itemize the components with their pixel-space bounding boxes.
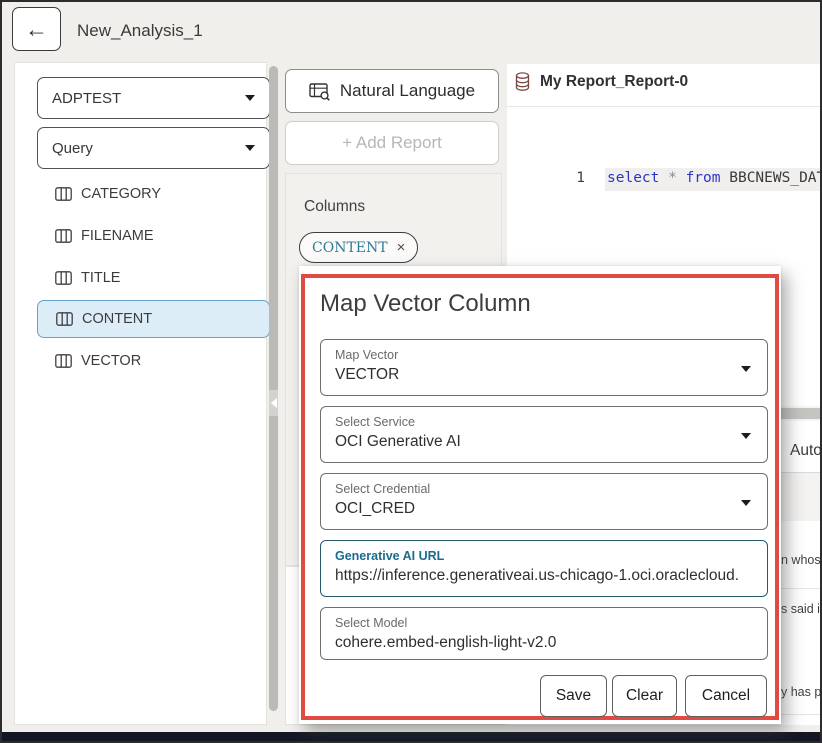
bottom-taskbar [2, 732, 820, 741]
column-icon [55, 271, 72, 285]
column-icon [55, 229, 72, 243]
database-dropdown[interactable]: ADPTEST [37, 77, 270, 119]
panel-collapse-handle[interactable] [269, 390, 278, 416]
background-row-fragment: n whos [781, 553, 821, 567]
sql-operator: * [668, 170, 685, 186]
sidebar-item-filename[interactable]: FILENAME [37, 219, 270, 253]
chevron-left-icon [271, 398, 277, 408]
chevron-down-icon [741, 500, 751, 506]
map-vector-dropdown[interactable]: Map Vector VECTOR [320, 339, 768, 396]
sidebar-item-label: FILENAME [81, 228, 154, 244]
dialog-title: Map Vector Column [320, 290, 531, 318]
report-header: My Report_Report-0 [515, 72, 688, 92]
chevron-down-icon [741, 366, 751, 372]
column-icon [55, 354, 72, 368]
sidebar-item-label: TITLE [81, 270, 120, 286]
natural-language-icon [309, 82, 331, 101]
add-report-label: + Add Report [342, 133, 442, 153]
chip-close-icon[interactable]: × [397, 239, 406, 256]
sql-keyword: select [607, 170, 668, 186]
chevron-down-icon [741, 433, 751, 439]
sql-editor[interactable]: 1 select * from BBCNEWS_DAT [507, 168, 822, 191]
select-model-field[interactable]: Select Model cohere.embed-english-light-… [320, 607, 768, 660]
field-value: https://inference.generativeai.us-chicag… [335, 565, 753, 587]
sql-code-line[interactable]: select * from BBCNEWS_DAT [605, 168, 822, 191]
generative-ai-url-field[interactable]: Generative AI URL https://inference.gene… [320, 540, 768, 597]
database-icon [515, 72, 530, 92]
field-label: Select Credential [335, 481, 753, 498]
save-button[interactable]: Save [540, 675, 607, 717]
database-dropdown-value: ADPTEST [52, 90, 121, 107]
sidebar-item-label: CONTENT [82, 311, 152, 327]
natural-language-button[interactable]: Natural Language [285, 69, 499, 113]
background-row-fragment: y has p [781, 685, 821, 699]
background-section-header: Auto [790, 442, 822, 460]
sidebar-item-content[interactable]: CONTENT [37, 300, 270, 338]
add-report-button[interactable]: + Add Report [285, 121, 499, 165]
left-sidebar: ADPTEST Query CATEGORY FILENAME TITLE [14, 62, 267, 725]
line-number: 1 [507, 170, 585, 186]
map-vector-column-dialog: Map Vector Column Map Vector VECTOR Sele… [299, 266, 781, 724]
sql-keyword: from [686, 170, 730, 186]
field-label: Generative AI URL [335, 548, 753, 565]
back-button[interactable]: ← [12, 7, 61, 51]
chip-label: CONTENT [312, 240, 388, 256]
report-title: My Report_Report-0 [540, 73, 688, 91]
sidebar-item-category[interactable]: CATEGORY [37, 177, 270, 211]
select-service-dropdown[interactable]: Select Service OCI Generative AI [320, 406, 768, 463]
sidebar-item-label: CATEGORY [81, 186, 161, 202]
app-window: ← New_Analysis_1 ADPTEST Query CATEGORY … [0, 0, 822, 743]
chevron-down-icon [245, 145, 255, 151]
field-label: Select Model [335, 615, 753, 632]
sidebar-item-title[interactable]: TITLE [37, 261, 270, 295]
field-value: OCI Generative AI [335, 431, 753, 453]
object-type-dropdown-value: Query [52, 140, 93, 157]
column-icon [56, 312, 73, 326]
field-value: cohere.embed-english-light-v2.0 [335, 632, 753, 654]
column-chip-content[interactable]: CONTENT × [299, 232, 418, 263]
sql-identifier: BBCNEWS_DAT [729, 170, 822, 186]
field-value: OCI_CRED [335, 498, 753, 520]
divider [507, 106, 822, 107]
background-row-fragment: s said i [781, 602, 820, 616]
scrollbar-thumb[interactable] [269, 66, 278, 711]
select-credential-dropdown[interactable]: Select Credential OCI_CRED [320, 473, 768, 530]
field-value: VECTOR [335, 364, 753, 386]
clear-button[interactable]: Clear [612, 675, 677, 717]
object-type-dropdown[interactable]: Query [37, 127, 270, 169]
chevron-down-icon [245, 95, 255, 101]
natural-language-label: Natural Language [340, 81, 475, 101]
field-label: Map Vector [335, 347, 753, 364]
sidebar-item-label: VECTOR [81, 353, 141, 369]
cancel-button[interactable]: Cancel [685, 675, 767, 717]
page-title: New_Analysis_1 [77, 21, 203, 41]
columns-panel-title: Columns [304, 198, 365, 216]
back-arrow-icon: ← [25, 16, 48, 43]
sidebar-item-vector[interactable]: VECTOR [37, 344, 270, 378]
column-icon [55, 187, 72, 201]
field-label: Select Service [335, 414, 753, 431]
